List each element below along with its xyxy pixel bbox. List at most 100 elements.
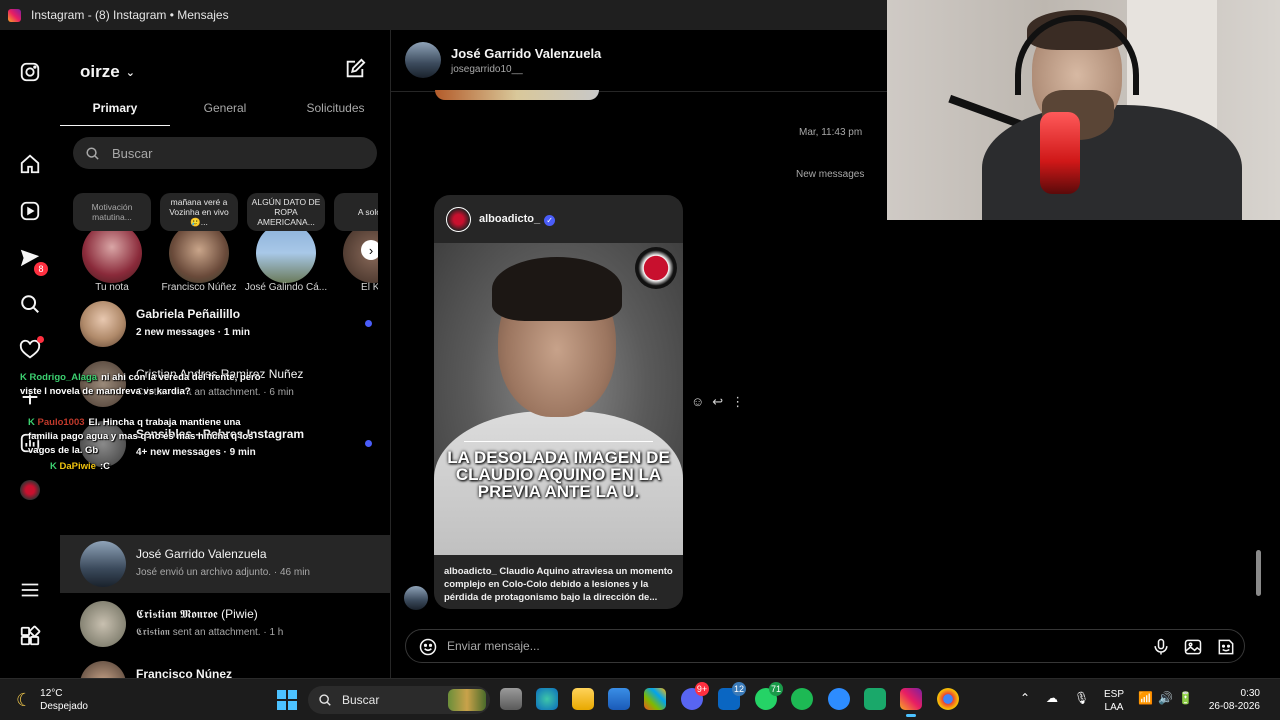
image-icon[interactable] bbox=[1183, 637, 1203, 657]
nav-rail: 8 bbox=[0, 30, 60, 678]
scrollbar[interactable] bbox=[1255, 220, 1263, 670]
note-bubble: mañana veré a Vozinha en vivo 🥲... bbox=[160, 193, 238, 231]
language-indicator[interactable]: ESP LAA bbox=[1104, 688, 1124, 714]
stream-chat-message: K Rodrigo_Alaga ni ahi con la vereda del … bbox=[20, 371, 270, 399]
tab-general[interactable]: General bbox=[170, 98, 280, 126]
chat-username: DaPiwie bbox=[59, 461, 96, 472]
task-view-icon[interactable] bbox=[500, 688, 522, 710]
profile-avatar[interactable] bbox=[18, 478, 42, 502]
microphone bbox=[1040, 112, 1080, 194]
more-options-icon[interactable]: ⋮ bbox=[731, 394, 744, 410]
clock[interactable]: 0:30 26-08-2026 bbox=[1204, 687, 1260, 713]
note-name: El Ku bbox=[361, 282, 378, 293]
search-icon bbox=[86, 146, 99, 160]
message-timestamp: Mar, 11:43 pm bbox=[799, 127, 863, 138]
discord-icon[interactable]: 9+ bbox=[681, 682, 709, 710]
chat-badge-icon: K bbox=[20, 372, 27, 383]
weather-condition: Despejado bbox=[40, 701, 88, 712]
post-author[interactable]: alboadicto_ ✓ bbox=[479, 213, 556, 226]
avatar bbox=[80, 661, 126, 678]
heart-icon[interactable] bbox=[18, 336, 44, 362]
spotify-icon[interactable] bbox=[791, 688, 813, 710]
more-apps-icon[interactable] bbox=[18, 624, 42, 648]
cloud-icon[interactable]: ☁ bbox=[1046, 691, 1058, 705]
teams-badge: 12 bbox=[732, 682, 746, 696]
weather-widget[interactable]: ☾ 12°C Despejado bbox=[16, 687, 88, 713]
home-icon[interactable] bbox=[18, 152, 42, 176]
tab-primary[interactable]: Primary bbox=[60, 98, 170, 126]
zoom-icon[interactable] bbox=[828, 688, 850, 710]
avatar bbox=[82, 223, 142, 283]
stream-chat-message: K DaPiwie:C bbox=[50, 460, 170, 474]
instagram-icon bbox=[8, 8, 21, 22]
reels-icon[interactable] bbox=[18, 199, 42, 223]
note-name: Tu nota bbox=[95, 282, 129, 293]
conversation-name: Francisco Núnez bbox=[136, 667, 233, 678]
avatar bbox=[169, 223, 229, 283]
activity-dot bbox=[37, 336, 44, 343]
conversation-preview: José envió un archivo adjunto. · 46 min bbox=[136, 567, 310, 578]
taskbar: ☾ 12°C Despejado Buscar 9+ 12 71 ⌃ ☁ 🎙 E… bbox=[0, 678, 1280, 720]
conversation-item[interactable]: 𝕮𝖗𝖎𝖘𝖙𝖎𝖆𝖓 𝕸𝖔𝖓𝖗𝖔𝖊 (Piwie) 𝕮𝖗𝖎𝖘𝖙𝖎𝖆𝖓 sent an… bbox=[60, 595, 390, 653]
chevron-up-icon[interactable]: ⌃ bbox=[1020, 691, 1030, 705]
new-messages-divider: New messages bbox=[391, 168, 866, 182]
microphone-tray-icon[interactable]: 🎙 bbox=[1074, 691, 1089, 705]
clock-time: 0:30 bbox=[1240, 688, 1260, 699]
avatar bbox=[256, 223, 316, 283]
discord-badge: 9+ bbox=[695, 682, 709, 696]
microphone-icon[interactable] bbox=[1151, 637, 1171, 657]
menu-icon[interactable] bbox=[18, 578, 42, 602]
contact-name[interactable]: José Garrido Valenzuela bbox=[451, 46, 601, 61]
conversation-item-selected[interactable]: José Garrido Valenzuela José envió un ar… bbox=[60, 535, 390, 593]
avatar bbox=[80, 301, 126, 347]
instagram-logo-icon[interactable] bbox=[18, 60, 42, 84]
linkedin-icon[interactable]: 12 bbox=[718, 682, 746, 710]
avatar[interactable] bbox=[405, 42, 441, 78]
chrome-icon[interactable] bbox=[937, 688, 959, 710]
temperature: 12°C bbox=[40, 688, 63, 699]
account-switcher[interactable]: oirze ⌄ bbox=[80, 62, 135, 82]
volume-icon[interactable]: 🔊 bbox=[1158, 691, 1173, 705]
store-icon[interactable] bbox=[608, 688, 630, 710]
scrollbar-thumb[interactable] bbox=[1256, 550, 1261, 596]
search-highlight-image bbox=[448, 689, 486, 711]
unread-dot bbox=[365, 320, 372, 327]
taskbar-search[interactable]: Buscar bbox=[308, 686, 490, 714]
avatar[interactable] bbox=[446, 207, 471, 232]
instagram-taskbar-icon[interactable] bbox=[900, 688, 922, 717]
chat-app-icon[interactable] bbox=[864, 688, 886, 710]
previous-attachment[interactable] bbox=[435, 90, 599, 100]
chevron-right-icon[interactable]: › bbox=[361, 240, 378, 260]
search-icon[interactable] bbox=[18, 292, 42, 316]
note-bubble: A solo 6 bbox=[334, 193, 378, 231]
conversation-name: Gabriela Peñailillo bbox=[136, 307, 241, 321]
search-input[interactable]: Buscar bbox=[73, 137, 377, 169]
sticker-icon[interactable] bbox=[1216, 637, 1236, 657]
compose-icon[interactable] bbox=[344, 58, 366, 80]
wifi-icon[interactable]: 📶 bbox=[1138, 691, 1153, 705]
conversation-item[interactable]: Francisco Núnez bbox=[60, 655, 390, 678]
post-image[interactable]: LA DESOLADA IMAGEN DE CLAUDIO AQUINO EN … bbox=[434, 243, 683, 555]
inbox-panel: oirze ⌄ Primary General Solicitudes Busc… bbox=[60, 30, 391, 678]
message-input[interactable]: Enviar mensaje... bbox=[447, 639, 540, 653]
start-button[interactable] bbox=[277, 690, 297, 710]
tab-requests[interactable]: Solicitudes bbox=[280, 98, 390, 126]
file-explorer-icon[interactable] bbox=[572, 688, 594, 710]
chat-username: Rodrigo_Alaga bbox=[29, 372, 98, 383]
battery-icon[interactable]: 🔋 bbox=[1178, 691, 1193, 705]
clock-date: 26-08-2026 bbox=[1208, 701, 1260, 712]
whatsapp-icon[interactable]: 71 bbox=[755, 682, 783, 710]
note-bubble: Motivación matutina... bbox=[73, 193, 151, 231]
messages-icon[interactable]: 8 bbox=[18, 246, 48, 276]
shared-post[interactable]: alboadicto_ ✓ LA DESOLADA IMAGEN DE CLAUD… bbox=[434, 195, 683, 609]
edge-icon[interactable] bbox=[536, 688, 558, 710]
reply-icon[interactable]: ↩ bbox=[712, 394, 723, 410]
react-emoji-icon[interactable]: ☺ bbox=[691, 394, 704, 410]
avatar[interactable] bbox=[404, 586, 428, 610]
message-composer[interactable]: Enviar mensaje... bbox=[405, 629, 1245, 663]
emoji-icon[interactable] bbox=[418, 637, 438, 657]
chevron-down-icon: ⌄ bbox=[125, 66, 135, 79]
conversation-item[interactable]: Gabriela Peñailillo 2 new messages · 1 m… bbox=[60, 295, 390, 353]
copilot-icon[interactable] bbox=[644, 688, 666, 710]
search-placeholder: Buscar bbox=[112, 145, 153, 161]
